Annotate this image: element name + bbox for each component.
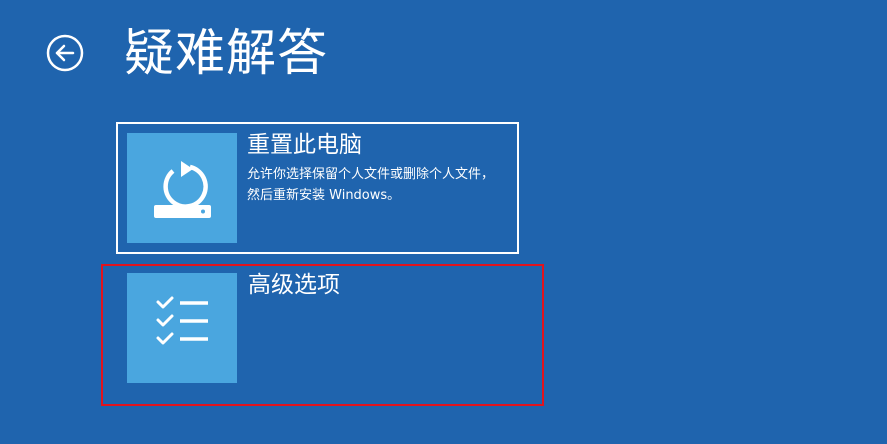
back-button[interactable] [46, 34, 84, 72]
page-title: 疑难解答 [124, 24, 328, 82]
advanced-options-title: 高级选项 [248, 272, 340, 298]
advanced-options-option[interactable]: 高级选项 [101, 264, 544, 406]
reset-pc-title: 重置此电脑 [247, 132, 362, 158]
reset-pc-option[interactable]: 重置此电脑 允许你选择保留个人文件或删除个人文件，然后重新安装 Windows。 [116, 122, 519, 254]
back-arrow-icon [46, 34, 84, 72]
reset-pc-description: 允许你选择保留个人文件或删除个人文件，然后重新安装 Windows。 [247, 167, 495, 203]
reset-pc-icon-box [127, 133, 237, 243]
advanced-options-icon-box [127, 273, 237, 383]
